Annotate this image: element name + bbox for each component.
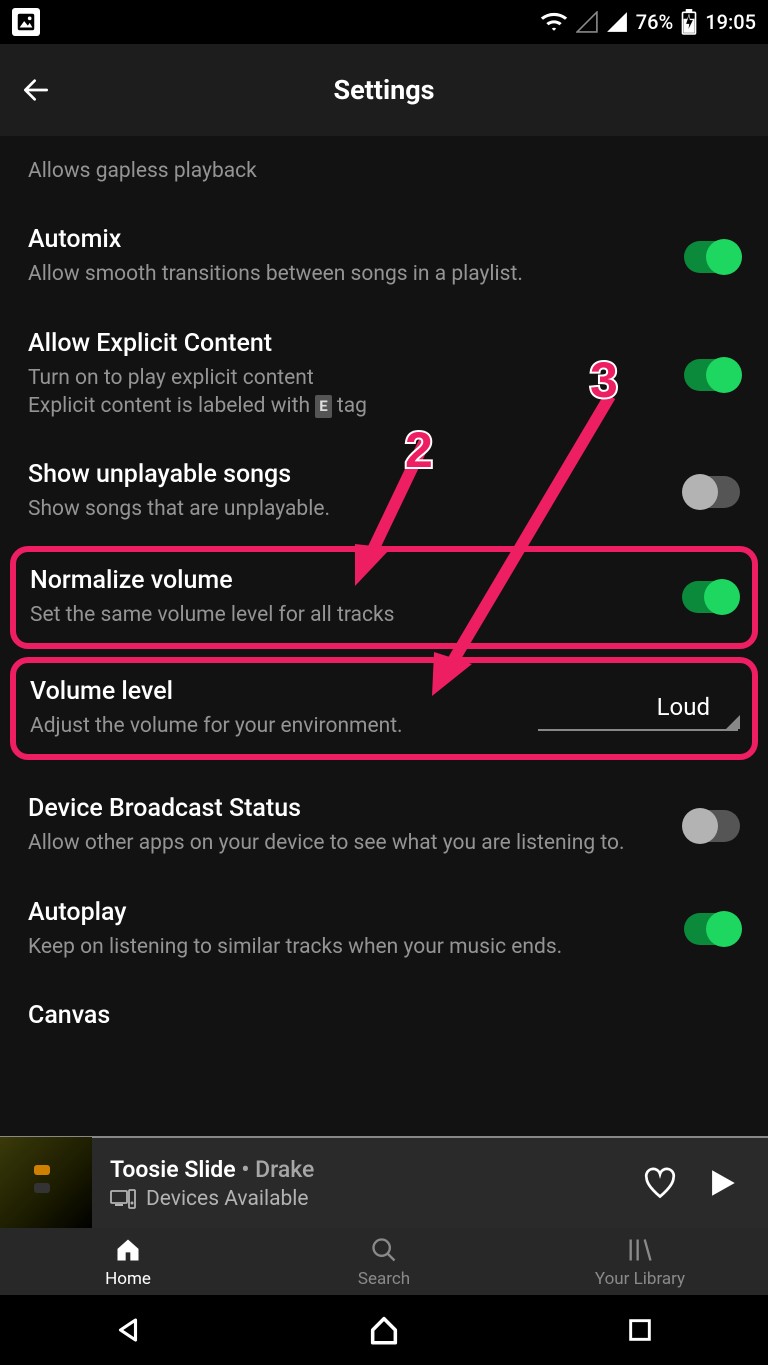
android-back-button[interactable] <box>108 1310 148 1350</box>
volume-level-value: Loud <box>647 687 738 729</box>
tab-library[interactable]: Your Library <box>512 1228 768 1295</box>
setting-label: Autoplay <box>28 898 664 927</box>
setting-label: Automix <box>28 225 664 254</box>
setting-desc: Adjust the volume for your environment. <box>30 712 518 740</box>
dropdown-triangle-icon <box>726 715 740 729</box>
album-art <box>0 1137 92 1229</box>
setting-gapless: Gapless Allows gapless playback <box>28 136 740 199</box>
setting-label: Canvas <box>28 1001 740 1030</box>
setting-automix: Automix Allow smooth transitions between… <box>28 199 740 302</box>
broadcast-toggle[interactable] <box>684 810 740 842</box>
explicit-tag-icon: E <box>315 395 331 417</box>
battery-charging-icon <box>681 9 697 35</box>
play-button[interactable] <box>700 1161 744 1205</box>
setting-desc: Keep on listening to similar tracks when… <box>28 933 664 961</box>
highlight-volume-level: Volume level Adjust the volume for your … <box>10 657 758 760</box>
android-nav-bar <box>0 1295 768 1365</box>
signal-icon <box>606 11 628 33</box>
automix-toggle[interactable] <box>684 241 740 273</box>
explicit-toggle[interactable] <box>684 359 740 391</box>
wifi-icon <box>540 11 568 33</box>
devices-icon <box>110 1189 136 1209</box>
library-icon <box>626 1236 654 1264</box>
setting-label: Device Broadcast Status <box>28 794 664 823</box>
annotation-arrow-3 <box>420 386 640 706</box>
now-playing-title: Toosie Slide • Drake <box>110 1156 620 1183</box>
search-icon <box>370 1236 398 1264</box>
autoplay-toggle[interactable] <box>684 913 740 945</box>
setting-canvas: Canvas <box>28 975 740 1036</box>
like-button[interactable] <box>638 1161 682 1205</box>
settings-header: Settings <box>0 44 768 136</box>
settings-list[interactable]: Gapless Allows gapless playback Automix … <box>0 136 768 1136</box>
annotation-number-3: 3 <box>590 351 618 409</box>
tab-label: Home <box>105 1269 151 1289</box>
android-home-button[interactable] <box>364 1310 404 1350</box>
battery-percent: 76% <box>636 10 673 34</box>
unplayable-toggle[interactable] <box>684 476 740 508</box>
setting-desc: Allow other apps on your device to see w… <box>28 829 664 857</box>
status-bar: 76% 19:05 <box>0 0 768 44</box>
picture-notification-icon <box>12 8 40 36</box>
now-playing-bar[interactable]: Toosie Slide • Drake Devices Available <box>0 1136 768 1228</box>
setting-label: Allow Explicit Content <box>28 329 664 358</box>
android-recent-button[interactable] <box>620 1310 660 1350</box>
page-title: Settings <box>0 74 768 106</box>
setting-desc: Allow smooth transitions between songs i… <box>28 260 664 288</box>
tab-home[interactable]: Home <box>0 1228 256 1295</box>
devices-available[interactable]: Devices Available <box>110 1187 620 1211</box>
setting-desc: Allows gapless playback <box>28 157 740 185</box>
signal-empty-icon <box>576 11 598 33</box>
home-icon <box>114 1236 142 1264</box>
tab-label: Search <box>358 1269 410 1289</box>
back-button[interactable] <box>14 68 58 112</box>
setting-autoplay: Autoplay Keep on listening to similar tr… <box>28 872 740 975</box>
clock-time: 19:05 <box>705 10 756 34</box>
tab-label: Your Library <box>595 1269 685 1289</box>
bottom-nav: Home Search Your Library <box>0 1228 768 1295</box>
normalize-toggle[interactable] <box>682 581 738 613</box>
setting-broadcast: Device Broadcast Status Allow other apps… <box>28 768 740 871</box>
tab-search[interactable]: Search <box>256 1228 512 1295</box>
